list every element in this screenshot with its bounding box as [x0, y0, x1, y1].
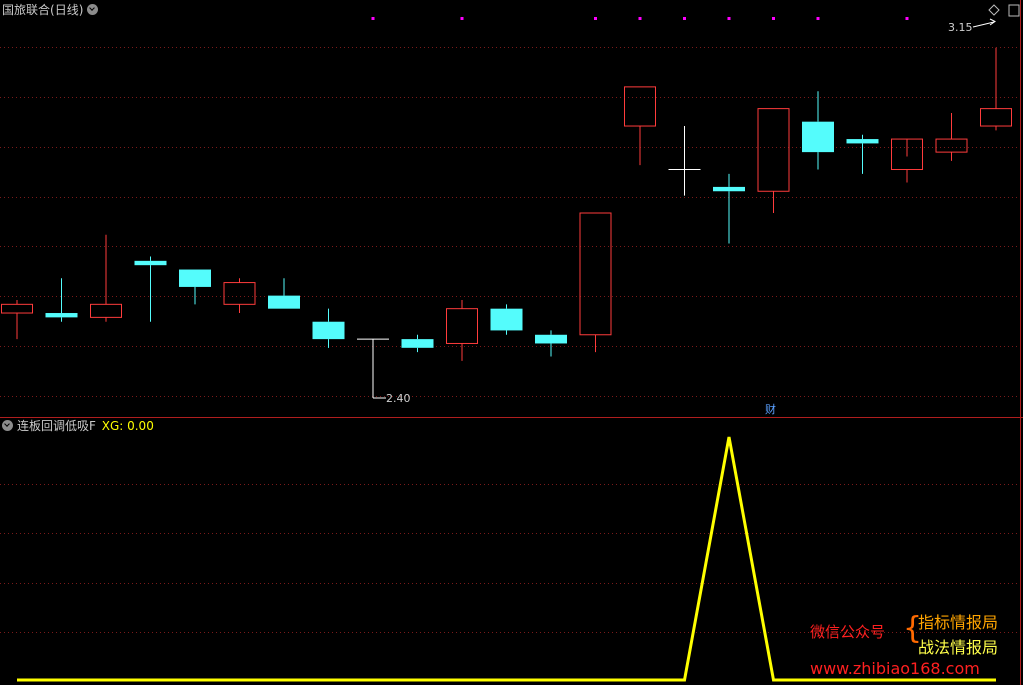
candle	[268, 278, 300, 309]
stock-name: 国旅联合	[2, 3, 51, 17]
candle-body	[179, 269, 211, 287]
candle-body	[713, 186, 745, 192]
candle	[1, 299, 33, 340]
chart-canvas: 2.40 3.15 财	[0, 0, 1023, 685]
candle-body	[312, 321, 345, 340]
grid-lines	[0, 47, 1020, 633]
candle-body	[624, 86, 656, 127]
signal-dot	[905, 17, 909, 20]
candle	[134, 256, 167, 322]
watermark-url: www.zhibiao168.com	[810, 659, 980, 678]
watermark-wechat: 微信公众号	[810, 623, 886, 641]
signal-dot	[772, 17, 775, 20]
candle	[401, 334, 434, 353]
candle-body	[935, 138, 968, 153]
candle	[312, 308, 345, 348]
candle	[535, 330, 567, 357]
candle-body	[90, 303, 122, 318]
candle-body	[802, 121, 834, 153]
chevron-down-icon[interactable]	[87, 4, 99, 15]
watermark-account-2: 战法情报局	[918, 638, 999, 657]
candle-body	[401, 339, 434, 348]
candle	[668, 126, 701, 196]
candle-body	[846, 139, 879, 144]
indicator-name: 连板回调低吸F	[17, 419, 96, 433]
candle	[624, 86, 656, 166]
signal-dot	[638, 17, 642, 20]
candle-body	[223, 282, 256, 305]
candle	[713, 173, 745, 244]
finance-marker[interactable]: 财	[765, 402, 776, 416]
candle	[579, 212, 612, 353]
candle	[980, 47, 1012, 131]
signal-dot	[371, 17, 375, 20]
candle-body	[757, 108, 790, 192]
candle-body	[980, 108, 1012, 127]
period-label: (日线)	[50, 3, 84, 17]
candle	[446, 299, 478, 361]
candle-body	[134, 260, 167, 266]
candle-body	[45, 313, 78, 318]
xg-indicator-line	[17, 436, 996, 682]
chart-header: 国旅联合(日线)	[2, 3, 99, 17]
signal-dot	[460, 17, 464, 20]
indicator-value: XG: 0.00	[101, 419, 154, 433]
candle	[45, 278, 78, 322]
signal-dot	[727, 17, 731, 20]
candle	[935, 112, 968, 161]
low-price-label: 2.40	[386, 392, 411, 405]
price-annotations: 2.40 3.15 财	[372, 4, 1020, 416]
candlestick-series	[1, 47, 1012, 374]
candle	[223, 278, 256, 314]
candle	[490, 304, 523, 335]
watermark-account-1: 指标情报局	[918, 613, 999, 632]
candle	[179, 269, 211, 305]
signal-dot	[683, 17, 686, 20]
diamond-icon[interactable]	[988, 4, 1000, 16]
candle	[802, 91, 834, 170]
candle-body	[579, 212, 612, 336]
candle-body	[446, 308, 478, 344]
signal-dots	[371, 17, 909, 20]
candle	[90, 234, 122, 322]
candle-body	[268, 295, 300, 309]
candle-body	[535, 334, 567, 344]
indicator-header: 连板回调低吸F XG: 0.00	[2, 419, 154, 433]
candle	[891, 138, 923, 183]
panel-square-icon[interactable]	[1008, 4, 1020, 17]
signal-dot	[594, 17, 597, 20]
candle-body	[490, 308, 523, 331]
candle-body	[1, 303, 33, 314]
signal-dot	[816, 17, 820, 20]
chevron-down-icon[interactable]	[2, 420, 13, 431]
candle	[846, 134, 879, 174]
high-price-label: 3.15	[948, 21, 973, 34]
